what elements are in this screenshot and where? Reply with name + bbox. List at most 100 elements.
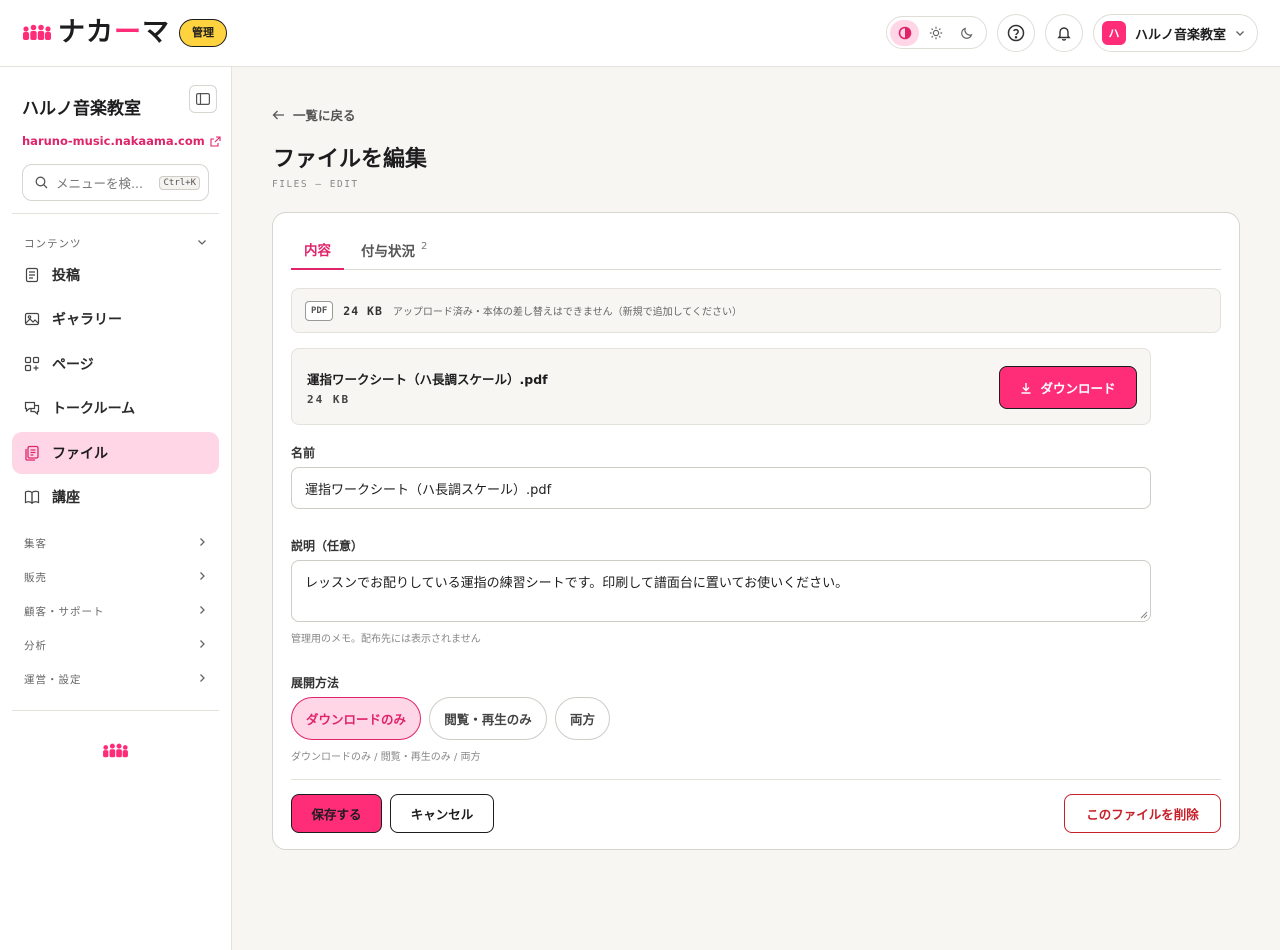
section-analytics-label[interactable]: 分析 xyxy=(24,638,47,653)
sidebar-item-label: ファイル xyxy=(52,446,108,462)
cancel-button[interactable]: キャンセル xyxy=(390,794,494,833)
avatar: ハ xyxy=(1102,21,1126,45)
sidebar: ハルノ音楽教室 haruno-music.nakaama.com メニューを検.… xyxy=(0,67,232,950)
resize-handle-icon[interactable] xyxy=(1140,611,1148,619)
section-operations-label[interactable]: 運営・設定 xyxy=(24,672,82,687)
name-input-value: 運指ワークシート（ハ長調スケール）.pdf xyxy=(305,482,552,498)
chat-icon xyxy=(24,401,40,416)
notifications-button[interactable] xyxy=(1045,14,1083,52)
description-textarea[interactable]: レッスンでお配りしている運指の練習シートです。印刷して譜面台に置いてお使いくださ… xyxy=(291,560,1151,622)
external-link-icon xyxy=(210,135,221,147)
tab-content[interactable]: 内容 xyxy=(291,229,344,270)
search-placeholder: メニューを検... xyxy=(56,176,143,191)
delivery-option-both[interactable]: 両方 xyxy=(555,697,610,740)
theme-dark-button[interactable] xyxy=(952,20,981,46)
site-link[interactable]: haruno-music.nakaama.com xyxy=(22,134,221,148)
delivery-help: ダウンロードのみ / 閲覧・再生のみ / 両方 xyxy=(291,752,481,763)
site-link-text: haruno-music.nakaama.com xyxy=(22,134,205,148)
section-acquisition-label[interactable]: 集客 xyxy=(24,536,47,551)
delivery-option-view-only[interactable]: 閲覧・再生のみ xyxy=(429,697,547,740)
sidebar-item-courses[interactable]: 講座 xyxy=(12,476,219,518)
account-menu[interactable]: ハ ハルノ音楽教室 xyxy=(1093,14,1258,52)
sidebar-toggle-icon xyxy=(196,93,210,105)
back-to-list-link[interactable]: 一覧に戻る xyxy=(272,105,356,124)
sidebar-collapse-button[interactable] xyxy=(189,85,217,113)
contrast-icon xyxy=(898,26,911,39)
chevron-right-icon[interactable] xyxy=(196,604,208,616)
chevron-right-icon[interactable] xyxy=(196,672,208,684)
sidebar-item-talk-room[interactable]: トークルーム xyxy=(12,387,219,429)
book-icon xyxy=(24,490,40,505)
file-size-text: 24 KB xyxy=(343,303,383,318)
tab-bar: 内容 付与状況 2 xyxy=(291,229,1221,270)
save-button[interactable]: 保存する xyxy=(291,794,382,833)
description-help: 管理用のメモ。配布先には表示されません xyxy=(291,634,481,645)
theme-switcher xyxy=(886,16,987,49)
tab-label: 内容 xyxy=(304,242,331,259)
pages-icon xyxy=(24,356,40,372)
sidebar-item-pages[interactable]: ページ xyxy=(12,343,219,385)
files-icon xyxy=(25,445,39,461)
theme-contrast-button[interactable] xyxy=(890,19,919,46)
help-icon xyxy=(1007,24,1025,42)
tab-label: 付与状況 xyxy=(361,243,415,260)
page-subtitle: FILES — EDIT xyxy=(272,179,359,190)
section-sales-label[interactable]: 販売 xyxy=(24,570,47,585)
people-logo-icon xyxy=(23,24,51,40)
delivery-method-label: 展開方法 xyxy=(291,676,340,690)
sun-icon xyxy=(929,26,942,39)
chevron-down-icon xyxy=(1236,31,1245,36)
description-value: レッスンでお配りしている運指の練習シートです。印刷して譜面台に置いてお使いくださ… xyxy=(305,576,849,591)
sidebar-item-posts[interactable]: 投稿 xyxy=(12,254,219,296)
upload-info-bar: PDF 24 KB アップロード済み・本体の差し替えはできません（新規で追加して… xyxy=(291,288,1221,333)
org-name: ハルノ音楽教室 xyxy=(22,99,141,119)
admin-badge: 管理 xyxy=(179,19,227,47)
section-customer-support-label[interactable]: 顧客・サポート xyxy=(24,604,105,619)
delete-file-button[interactable]: このファイルを削除 xyxy=(1064,794,1221,833)
file-size: 24 KB xyxy=(307,393,351,406)
sidebar-item-files[interactable]: ファイル xyxy=(12,432,219,474)
description-label: 説明（任意） xyxy=(291,539,364,553)
sidebar-item-label: ギャラリー xyxy=(52,312,122,328)
tab-grant-status[interactable]: 付与状況 2 xyxy=(348,229,440,270)
file-preview-box: 運指ワークシート（ハ長調スケール）.pdf 24 KB ダウンロード xyxy=(291,348,1151,425)
sidebar-item-label: 講座 xyxy=(52,490,80,506)
arrow-left-icon xyxy=(272,110,284,119)
sidebar-divider xyxy=(12,710,219,711)
app-header: ナカーマ 管理 ハ ハルノ音楽教室 xyxy=(0,0,1280,67)
sidebar-item-gallery[interactable]: ギャラリー xyxy=(12,298,219,340)
sidebar-item-label: 投稿 xyxy=(52,268,80,284)
logo[interactable]: ナカーマ xyxy=(22,19,170,47)
chevron-right-icon[interactable] xyxy=(196,638,208,650)
delivery-option-download-only[interactable]: ダウンロードのみ xyxy=(291,697,421,740)
people-logo-icon xyxy=(103,743,128,758)
document-icon xyxy=(25,267,39,283)
download-button[interactable]: ダウンロード xyxy=(999,366,1137,409)
file-name: 運指ワークシート（ハ長調スケール）.pdf xyxy=(307,372,548,387)
name-label: 名前 xyxy=(291,446,316,460)
chevron-right-icon[interactable] xyxy=(196,536,208,548)
page-title: ファイルを編集 xyxy=(273,147,428,172)
name-input[interactable]: 運指ワークシート（ハ長調スケール）.pdf xyxy=(291,467,1151,509)
bell-icon xyxy=(1057,27,1071,41)
card-divider xyxy=(291,779,1221,780)
download-icon xyxy=(1021,382,1031,394)
help-button[interactable] xyxy=(997,14,1035,52)
search-shortcut: Ctrl+K xyxy=(159,175,200,190)
account-name: ハルノ音楽教室 xyxy=(1135,27,1227,43)
chevron-right-icon[interactable] xyxy=(196,570,208,582)
section-contents-label[interactable]: コンテンツ xyxy=(24,236,82,251)
search-icon xyxy=(35,176,48,189)
menu-search-input[interactable]: メニューを検... Ctrl+K xyxy=(22,164,209,201)
theme-light-button[interactable] xyxy=(921,20,950,46)
sidebar-divider xyxy=(12,213,219,214)
logo-text: ナカーマ xyxy=(58,17,170,48)
upload-note: アップロード済み・本体の差し替えはできません（新規で追加してください） xyxy=(392,307,742,318)
sidebar-item-label: ページ xyxy=(52,357,94,373)
sidebar-item-label: トークルーム xyxy=(52,401,136,417)
edit-file-card: 内容 付与状況 2 PDF 24 KB アップロード済み・本体の差し替えはできま… xyxy=(272,212,1240,850)
chevron-down-icon[interactable] xyxy=(196,236,208,248)
moon-icon xyxy=(960,27,972,39)
tab-count: 2 xyxy=(421,241,428,252)
image-icon xyxy=(24,312,40,326)
